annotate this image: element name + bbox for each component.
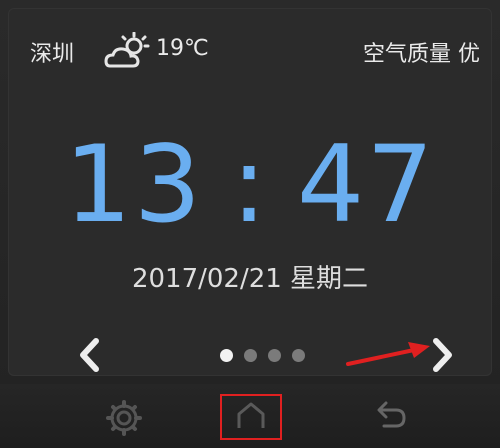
page-dot-2[interactable] (244, 349, 257, 362)
chevron-right-icon[interactable] (422, 334, 462, 376)
partly-cloudy-icon (104, 32, 150, 68)
city-label: 深圳 (30, 42, 75, 67)
back-icon[interactable] (362, 388, 418, 444)
chevron-left-icon[interactable] (70, 334, 110, 376)
date-label: 2017/02/21 星期二 (131, 264, 369, 294)
clock-minutes: 47 (296, 123, 436, 246)
gear-icon[interactable] (96, 388, 152, 444)
home-button[interactable] (220, 394, 282, 440)
page-indicator (220, 349, 320, 363)
page-dot-3[interactable] (268, 349, 281, 362)
temperature-label: 19℃ (156, 36, 209, 61)
home-icon (237, 402, 265, 428)
clock-display: 13:47 (8, 120, 492, 250)
page-dot-4[interactable] (292, 349, 305, 362)
device-frame: 深圳 19℃ 空气质量 优 13:47 2017/02/21 星期二 (0, 0, 500, 448)
status-bar: 深圳 19℃ 空气质量 优 (22, 32, 482, 72)
navigation-bar (0, 384, 500, 448)
annotation-arrow-icon (346, 342, 430, 366)
clock-separator: : (231, 123, 269, 246)
screen: 深圳 19℃ 空气质量 优 13:47 2017/02/21 星期二 (8, 8, 492, 376)
page-dot-1[interactable] (220, 349, 233, 362)
air-quality-label: 空气质量 优 (363, 42, 480, 67)
clock-hours: 13 (64, 123, 204, 246)
